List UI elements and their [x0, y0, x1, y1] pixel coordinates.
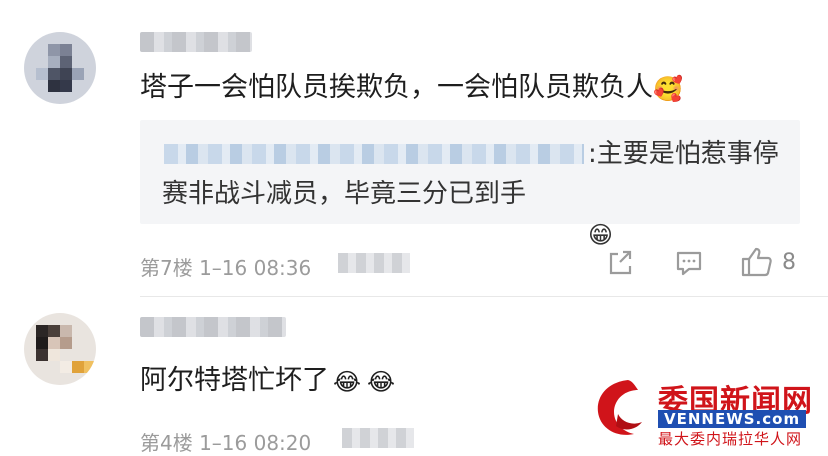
watermark-logo: 委国新闻网 VENNEWS.com 最大委内瑞拉华人网	[588, 374, 828, 448]
comment-text-content: 塔子一会怕队员挨欺负，一会怕队员欺负人	[140, 72, 653, 103]
share-button[interactable]	[606, 248, 636, 278]
avatar[interactable]	[24, 32, 96, 104]
comment-meta: 第7楼 1–16 08:36	[140, 256, 312, 280]
comment-text-content: 阿尔特塔忙坏了	[140, 365, 329, 396]
watermark-subtitle: 最大委内瑞拉华人网	[658, 430, 803, 448]
meta-location	[338, 253, 410, 273]
comment-meta: 第4楼 1–16 08:20	[140, 431, 312, 455]
username[interactable]	[140, 32, 252, 52]
like-count: 8	[782, 249, 796, 275]
username[interactable]	[140, 317, 286, 337]
blush-emoji-icon: 🥰	[653, 74, 683, 103]
watermark-url: VENNEWS.com	[658, 410, 807, 428]
meta-location	[342, 428, 414, 448]
comment-text: 阿尔特塔忙坏了 😂 😂	[140, 363, 395, 400]
grin-emoji-icon: 😁	[588, 220, 614, 249]
quoted-reply[interactable]: :主要是怕惹事停赛非战斗减员，毕竟三分已到手 😁	[140, 120, 800, 249]
laughing-emoji-icon: 😂	[333, 367, 362, 396]
laughing-emoji-icon: 😂	[367, 367, 396, 396]
quoted-reply-text: :主要是怕惹事停赛非战斗减员，毕竟三分已到手 😁	[162, 134, 782, 255]
comment-icon	[676, 251, 702, 276]
thumbs-up-icon	[741, 247, 772, 277]
comment-text: 塔子一会怕队员挨欺负，一会怕队员欺负人🥰	[140, 70, 683, 107]
reply-button[interactable]	[674, 248, 704, 278]
like-button[interactable]: 8	[740, 246, 796, 278]
comment-item: 塔子一会怕队员挨欺负，一会怕队员欺负人🥰 :主要是怕惹事停赛非战斗减员，毕竟三分…	[0, 0, 828, 296]
quoted-reply-content: :主要是怕惹事停赛非战斗减员，毕竟三分已到手	[162, 139, 779, 209]
share-icon	[609, 250, 632, 275]
avatar[interactable]	[24, 313, 96, 385]
dragon-logo-icon	[597, 380, 642, 435]
